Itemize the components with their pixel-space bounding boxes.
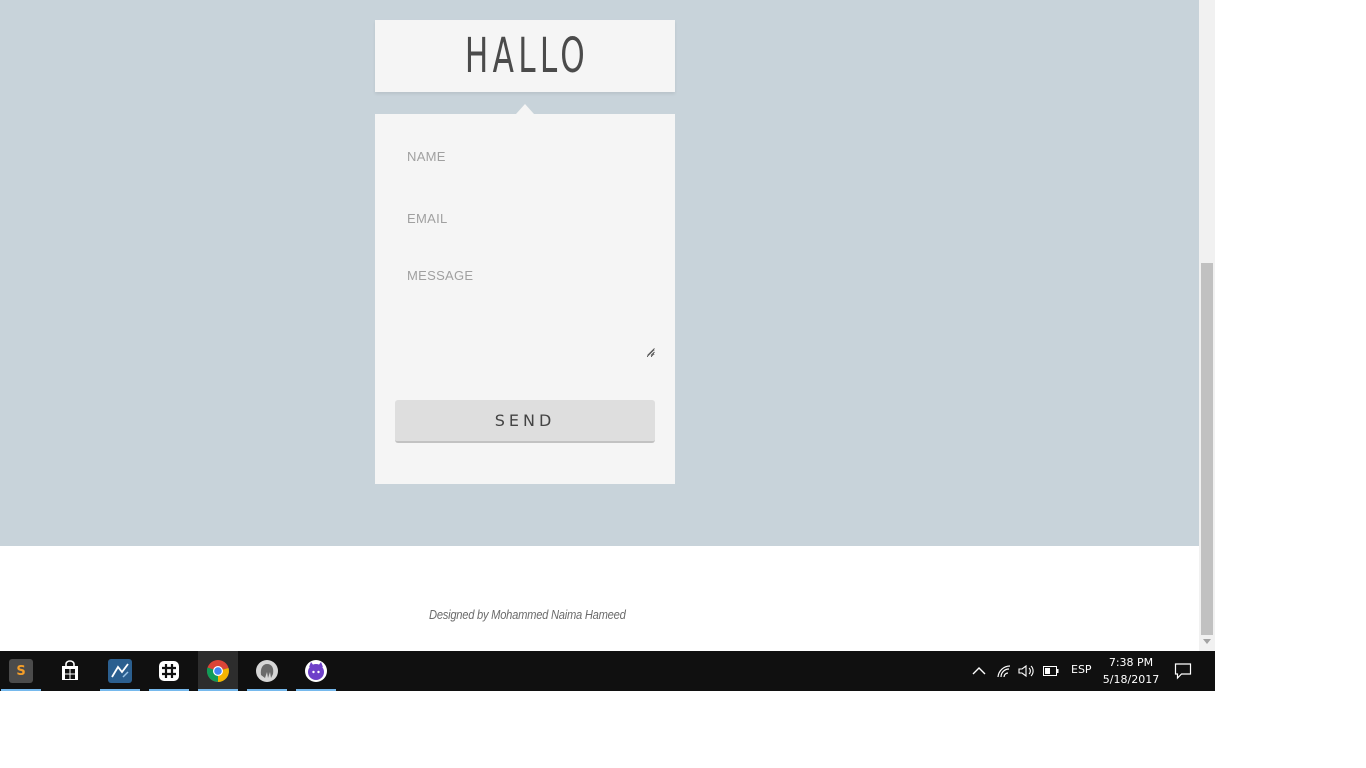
taskbar-app-mysql[interactable] bbox=[100, 651, 140, 691]
taskbar-app-pgadmin[interactable] bbox=[247, 651, 287, 691]
chevron-up-icon bbox=[972, 667, 986, 675]
action-center-icon[interactable] bbox=[1174, 662, 1192, 680]
slack-icon bbox=[159, 661, 179, 681]
input-language-indicator[interactable]: ESP bbox=[1071, 663, 1092, 676]
title-card: HALLO bbox=[375, 20, 675, 92]
mysql-workbench-icon bbox=[108, 659, 132, 683]
clock-date: 5/18/2017 bbox=[1102, 673, 1160, 686]
show-desktop-button[interactable] bbox=[1211, 651, 1215, 691]
contact-section: HALLO SEND bbox=[0, 0, 1199, 546]
battery-tray-button[interactable] bbox=[1042, 661, 1060, 681]
sublime-text-icon: S bbox=[9, 659, 33, 683]
taskbar-app-slack[interactable] bbox=[149, 651, 189, 691]
scroll-down-arrow-icon[interactable] bbox=[1203, 639, 1211, 644]
taskbar-app-chrome[interactable] bbox=[198, 651, 238, 691]
taskbar-clock[interactable]: 7:38 PM 5/18/2017 bbox=[1101, 654, 1161, 688]
running-indicator bbox=[100, 689, 140, 691]
battery-icon bbox=[1043, 666, 1059, 676]
network-tray-button[interactable] bbox=[995, 661, 1013, 681]
scrollbar-thumb[interactable] bbox=[1201, 263, 1213, 635]
running-indicator bbox=[149, 689, 189, 691]
footer: Designed by Mohammed Naima Hameed bbox=[0, 546, 1199, 651]
taskbar-app-store[interactable] bbox=[50, 651, 90, 691]
designer-credit: Designed by Mohammed Naima Hameed bbox=[429, 607, 626, 622]
contact-form: SEND bbox=[375, 114, 675, 484]
message-textarea[interactable] bbox=[395, 264, 655, 358]
speaker-icon bbox=[1018, 664, 1034, 678]
windows-taskbar: S ESP 7:38 PM 5/18/2017 bbox=[0, 651, 1215, 691]
name-input[interactable] bbox=[395, 144, 655, 168]
resize-grip-icon[interactable] bbox=[647, 348, 655, 356]
email-input[interactable] bbox=[395, 206, 655, 230]
wifi-icon bbox=[997, 665, 1011, 678]
page-title: HALLO bbox=[464, 28, 590, 84]
running-indicator bbox=[198, 689, 238, 691]
windows-store-icon bbox=[62, 660, 78, 680]
clock-time: 7:38 PM bbox=[1108, 656, 1154, 669]
title-pointer bbox=[516, 104, 534, 114]
running-indicator bbox=[1, 689, 41, 691]
chrome-icon bbox=[206, 660, 229, 682]
pgadmin-icon bbox=[256, 660, 278, 682]
vertical-scrollbar[interactable] bbox=[1199, 0, 1215, 651]
taskbar-app-sublime[interactable]: S bbox=[1, 651, 41, 691]
send-button[interactable]: SEND bbox=[395, 400, 655, 443]
taskbar-app-github[interactable] bbox=[296, 651, 336, 691]
github-desktop-icon bbox=[305, 660, 327, 682]
show-hidden-icons-button[interactable] bbox=[970, 661, 988, 681]
browser-viewport: HALLO SEND Designed by Mohammed Naima Ha… bbox=[0, 0, 1199, 651]
running-indicator bbox=[247, 689, 287, 691]
volume-tray-button[interactable] bbox=[1018, 661, 1036, 681]
running-indicator bbox=[296, 689, 336, 691]
